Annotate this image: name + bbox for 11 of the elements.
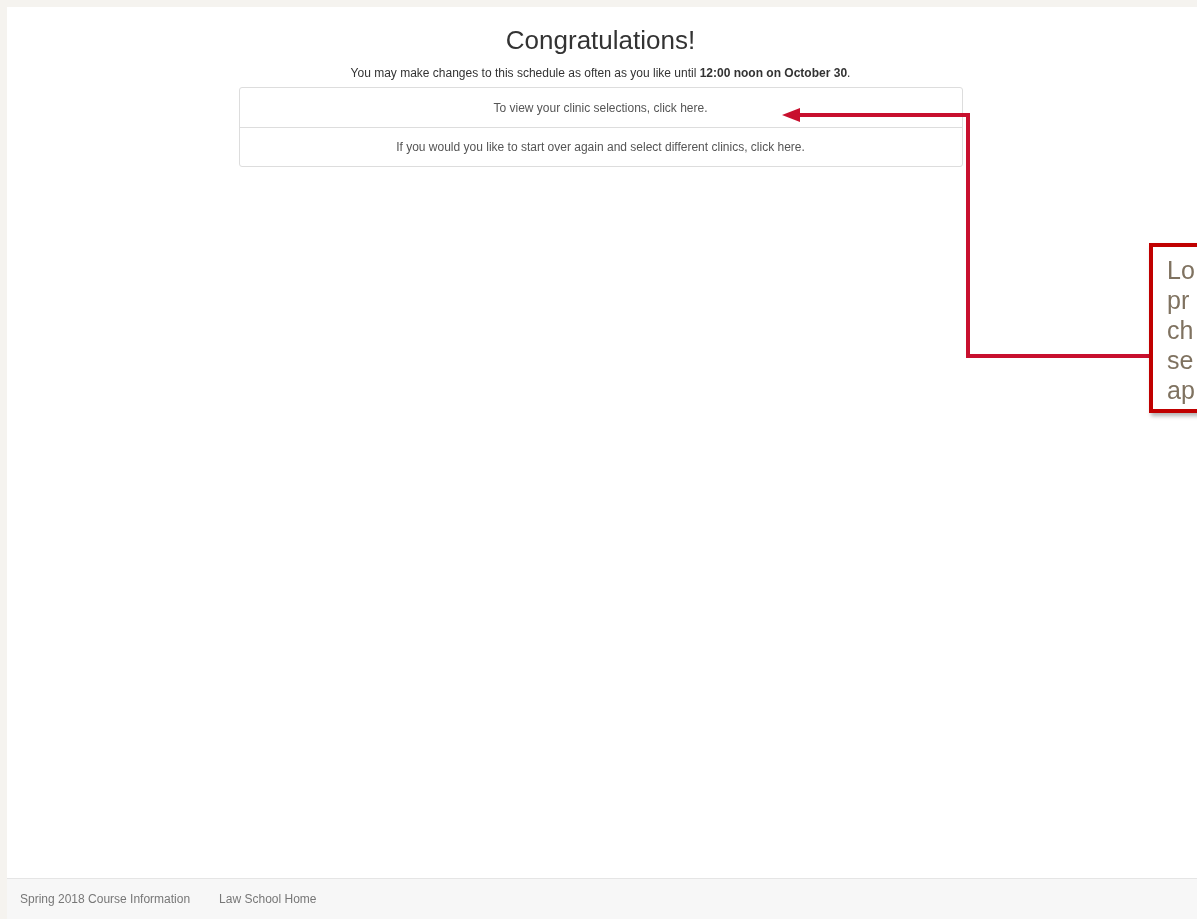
callout-text: ch	[1167, 315, 1195, 345]
page-heading: Congratulations!	[505, 24, 696, 56]
callout-text: ap	[1167, 375, 1196, 405]
list-link[interactable]: To view your clinic selections, click here.	[239, 88, 962, 127]
list-link[interactable]: If you would you like to start over again and select different clinics, click here.	[239, 127, 962, 166]
footer-link[interactable]: Spring 2018 Course Information	[20, 890, 191, 908]
callout-text: se	[1167, 345, 1195, 375]
callout-text: Lo	[1167, 255, 1196, 285]
deadline-notice: You may make changes to this schedule as often as you like until 12:00 noon on October 30.	[350, 65, 851, 81]
footer-link[interactable]: Law School Home	[219, 890, 317, 908]
callout-text: pr	[1167, 285, 1191, 315]
